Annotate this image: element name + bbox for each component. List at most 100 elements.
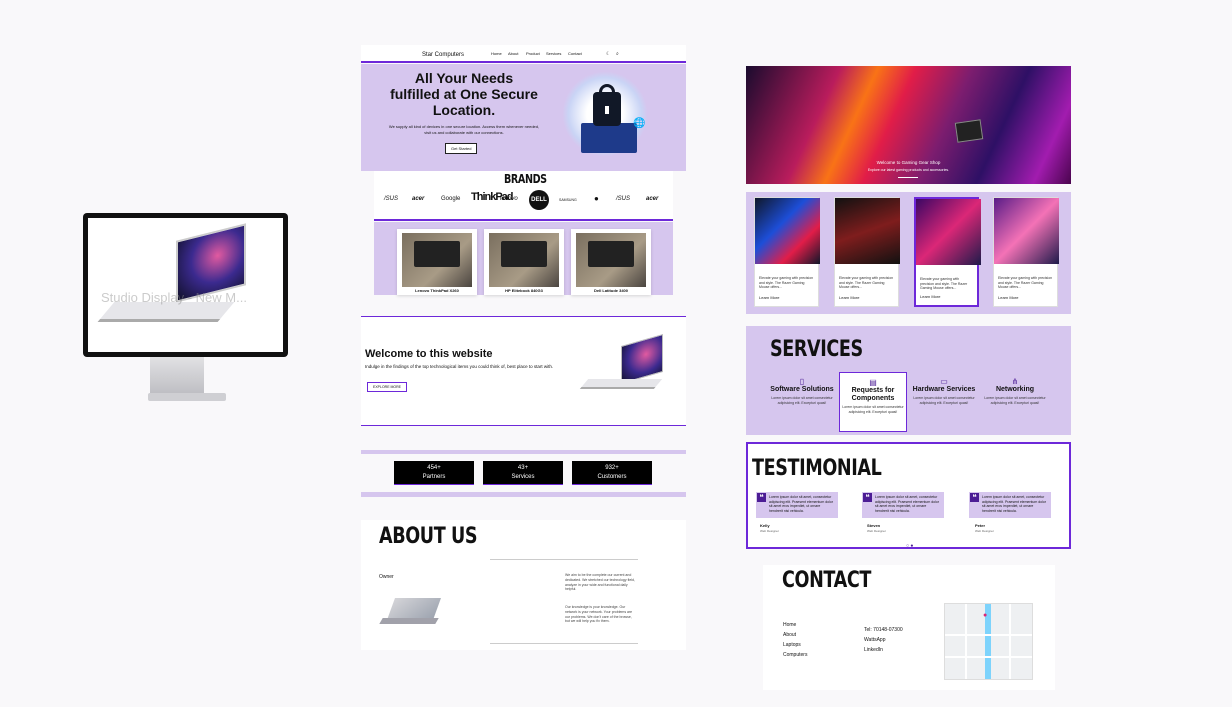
brand-samsung: SAMSUNG	[559, 198, 577, 202]
brand-acer: acer	[412, 196, 425, 202]
about-paragraph-1: We aim to be the complete our current an…	[565, 573, 635, 592]
brand-dell: DELL	[529, 190, 549, 210]
service-networking[interactable]: ⋔ Networking Lorem ipsum dolor sit amet co…	[981, 377, 1049, 437]
learn-more-link[interactable]: Learn More	[920, 294, 940, 299]
security-lock-illustration: 🌐	[561, 68, 651, 160]
learn-more-link[interactable]: Learn More	[998, 295, 1018, 300]
services-heading: SERVICES	[770, 337, 863, 362]
site-header: Star Computers Home About Product Servic…	[361, 45, 686, 63]
testimonial-card: ❝ Lorem ipsum dolor sit amet, consectetur…	[756, 492, 838, 518]
about-section: ABOUT US Owner We aim to be the complete…	[361, 520, 686, 650]
game-card[interactable]: Elevate your gaming with precision and s…	[754, 197, 820, 307]
game-card[interactable]: Elevate your gaming with precision and s…	[993, 197, 1059, 307]
about-paragraph-2: Our knowledge is your knowledge. Our net…	[565, 605, 633, 624]
contact-phone[interactable]: Tel: 70148-07300	[864, 627, 903, 633]
nav-product[interactable]: Product	[526, 51, 540, 56]
explore-more-button[interactable]: EXPLORE MORE	[367, 382, 408, 392]
footer-link-about[interactable]: About	[783, 632, 796, 638]
stat-partners: 454+ Partners	[394, 461, 474, 485]
laptop-card[interactable]: Lenovo ThinkPad X260	[397, 229, 477, 295]
about-divider	[490, 559, 638, 560]
brand-google: Google	[441, 196, 461, 202]
monitor-overlay-text: Studio Display - New M...	[101, 290, 247, 305]
testimonial-role: Web Designer	[760, 529, 779, 533]
stats-band-bottom	[361, 492, 686, 497]
laptop-card[interactable]: Dell Latitude 3400	[571, 229, 651, 295]
laptop-photo	[402, 233, 472, 287]
search-icon[interactable]: ⌕	[616, 51, 619, 57]
map-pin-icon: ●	[983, 612, 988, 619]
brand-asus-2: /SUS	[616, 196, 631, 202]
testimonial-name: Kelly	[760, 523, 770, 528]
hero-carousel[interactable]: Welcome to Gaming Gear Shop Explore our …	[746, 66, 1071, 184]
testimonial-role: Web Designer	[867, 529, 886, 533]
welcome-laptop-image	[576, 333, 671, 397]
welcome-title: Welcome to this website	[365, 348, 493, 360]
service-components[interactable]: ▤ Requests for Components Lorem ipsum dolo…	[839, 372, 907, 432]
footer-link-laptops[interactable]: Laptops	[783, 642, 801, 648]
owner-label: Owner	[379, 574, 394, 580]
brands-heading: BRANDS	[504, 172, 547, 186]
learn-more-link[interactable]: Learn More	[759, 295, 779, 300]
testimonial-dots[interactable]: ○ ●	[906, 543, 913, 549]
about-heading: ABOUT US	[379, 524, 478, 549]
game-card[interactable]: Elevate your gaming with precision and s…	[914, 197, 981, 307]
contact-linkedin[interactable]: LinkedIn	[864, 647, 883, 653]
laptop-photo	[576, 233, 646, 287]
nav-home[interactable]: Home	[491, 51, 502, 56]
product-photo	[755, 198, 820, 264]
learn-more-link[interactable]: Learn More	[839, 295, 859, 300]
stat-customers: 932+ Customers	[572, 461, 652, 485]
stats-band-top	[361, 450, 686, 454]
product-photo	[835, 198, 900, 264]
brand-acer-2: acer	[646, 196, 659, 202]
phone-icon: ▯	[799, 377, 805, 386]
nav-services[interactable]: Services	[546, 51, 561, 56]
service-hardware[interactable]: ▭ Hardware Services Lorem ipsum dolor sit …	[910, 377, 978, 437]
laptop-card[interactable]: HP Elitebook 840G3	[484, 229, 564, 295]
product-photo	[994, 198, 1059, 264]
footer-link-home[interactable]: Home	[783, 622, 796, 628]
carousel-subtitle: Explore our latest gaming products and a…	[867, 168, 950, 172]
moon-icon[interactable]: ☾	[606, 51, 610, 57]
footer-link-computers[interactable]: Computers	[783, 652, 807, 658]
carousel-indicators[interactable]	[898, 177, 918, 178]
quote-icon: ❝	[863, 493, 872, 502]
brand-asus: /SUS	[384, 196, 399, 202]
location-map[interactable]: ●	[944, 603, 1033, 680]
globe-icon: 🌐	[633, 118, 646, 129]
testimonial-card: ❝ Lorem ipsum dolor sit amet, consectetur…	[862, 492, 944, 518]
service-software[interactable]: ▯ Software Solutions Lorem ipsum dolor sit…	[768, 377, 836, 437]
welcome-text: Indulge in the findings of the top techn…	[365, 364, 554, 369]
testimonial-heading: TESTIMONIAL	[752, 456, 882, 481]
apple-logo-icon: ●	[594, 194, 599, 203]
testimonial-name: Steven	[867, 523, 881, 528]
quote-icon: ❝	[757, 493, 766, 502]
carousel-title: Welcome to Gaming Gear Shop	[876, 160, 941, 165]
monitor-stand	[150, 353, 204, 395]
hero-section: All Your Needs fulfilled at One Secure L…	[361, 64, 686, 171]
quote-icon: ❝	[970, 493, 979, 502]
network-icon: ⋔	[1011, 377, 1019, 386]
stat-services: 43+ Services	[483, 461, 563, 485]
about-divider-bottom	[490, 643, 638, 644]
welcome-section: Welcome to this website Indulge in the f…	[361, 316, 686, 426]
hero-title: All Your Needs fulfilled at One Secure L…	[390, 70, 538, 118]
brand-lenovo: lenovo	[500, 196, 518, 202]
contact-whatsapp[interactable]: WattsApp	[864, 637, 886, 643]
testimonial-card: ❝ Lorem ipsum dolor sit amet, consectetur…	[969, 492, 1051, 518]
get-started-button[interactable]: Get Started	[445, 143, 478, 154]
product-photo	[916, 199, 981, 265]
laptop-base	[97, 302, 235, 322]
hardware-icon: ▭	[940, 377, 948, 386]
phone-image	[954, 119, 984, 143]
game-card[interactable]: Elevate your gaming with precision and s…	[834, 197, 900, 307]
hero-subtitle: We supply all kind of devices in one sec…	[388, 124, 540, 135]
testimonial-name: Peter	[975, 523, 986, 528]
brand-logo[interactable]: Star Computers	[422, 52, 464, 58]
laptop-name: HP Elitebook 840G3	[505, 288, 543, 293]
monitor-base	[148, 393, 226, 401]
laptop-name: Dell Latitude 3400	[593, 288, 628, 293]
nav-contact[interactable]: Contact	[568, 51, 582, 56]
nav-about[interactable]: About	[508, 51, 518, 56]
